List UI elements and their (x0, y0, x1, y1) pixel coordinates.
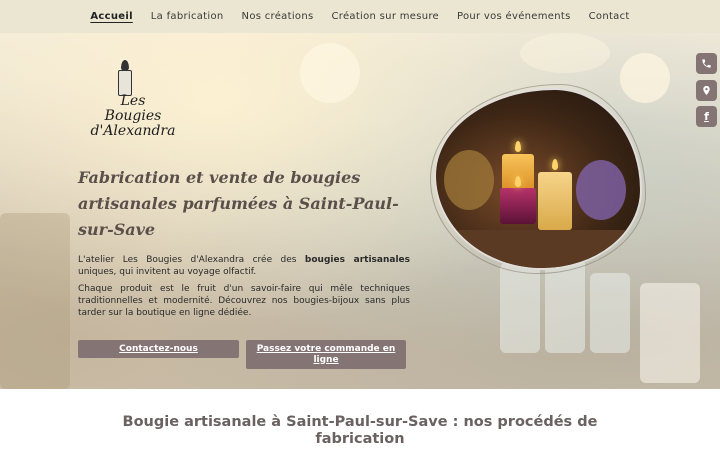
hero-description-paragraph: Chaque produit est le fruit d'un savoir-… (78, 284, 410, 318)
phone-icon (702, 59, 711, 68)
candles-photo (430, 84, 646, 274)
location-button[interactable] (696, 80, 717, 101)
candle-burgundy (500, 188, 536, 224)
dried-flowers (444, 150, 494, 210)
nav-item-contact[interactable]: Contact (589, 11, 630, 22)
nav-item-accueil[interactable]: Accueil (90, 11, 132, 22)
contact-button[interactable]: Contactez-nous (78, 340, 239, 358)
logo-text: Les Bougies d'Alexandra (78, 94, 188, 139)
flame-icon (515, 141, 521, 152)
order-online-button[interactable]: Passez votre commande en ligne (246, 340, 406, 369)
logo-line-2: Bougies (104, 108, 162, 124)
candles-photo-image (434, 88, 642, 270)
candle-amber (538, 172, 572, 230)
nav-item-sur-mesure[interactable]: Création sur mesure (331, 11, 439, 22)
wooden-table (436, 230, 640, 268)
flame-icon (515, 176, 521, 187)
lavender-bunch (576, 160, 626, 220)
intro-text-start: L'atelier Les Bougies d'Alexandra crée d… (78, 255, 305, 265)
phone-button[interactable] (696, 53, 717, 74)
facebook-button[interactable]: f (696, 106, 717, 127)
intro-highlight: bougies artisanales (304, 255, 410, 265)
section-title: Bougie artisanale à Saint-Paul-sur-Save … (122, 414, 598, 447)
map-pin-icon (703, 85, 710, 96)
nav-item-evenements[interactable]: Pour vos événements (457, 11, 571, 22)
logo-line-3: d'Alexandra (90, 123, 176, 139)
main-nav: Accueil La fabrication Nos créations Cré… (0, 0, 720, 33)
logo-line-1: Les (120, 93, 146, 109)
facebook-icon: f (704, 110, 709, 123)
nav-item-fabrication[interactable]: La fabrication (151, 11, 224, 22)
hero-intro-paragraph: L'atelier Les Bougies d'Alexandra crée d… (78, 254, 410, 278)
flame-icon (552, 159, 558, 170)
intro-text-end: uniques, qui invitent au voyage olfactif… (78, 267, 257, 277)
hero-headline: Fabrication et vente de bougies artisana… (78, 168, 399, 239)
brand-logo[interactable]: Les Bougies d'Alexandra (78, 60, 188, 152)
nav-item-creations[interactable]: Nos créations (242, 11, 314, 22)
